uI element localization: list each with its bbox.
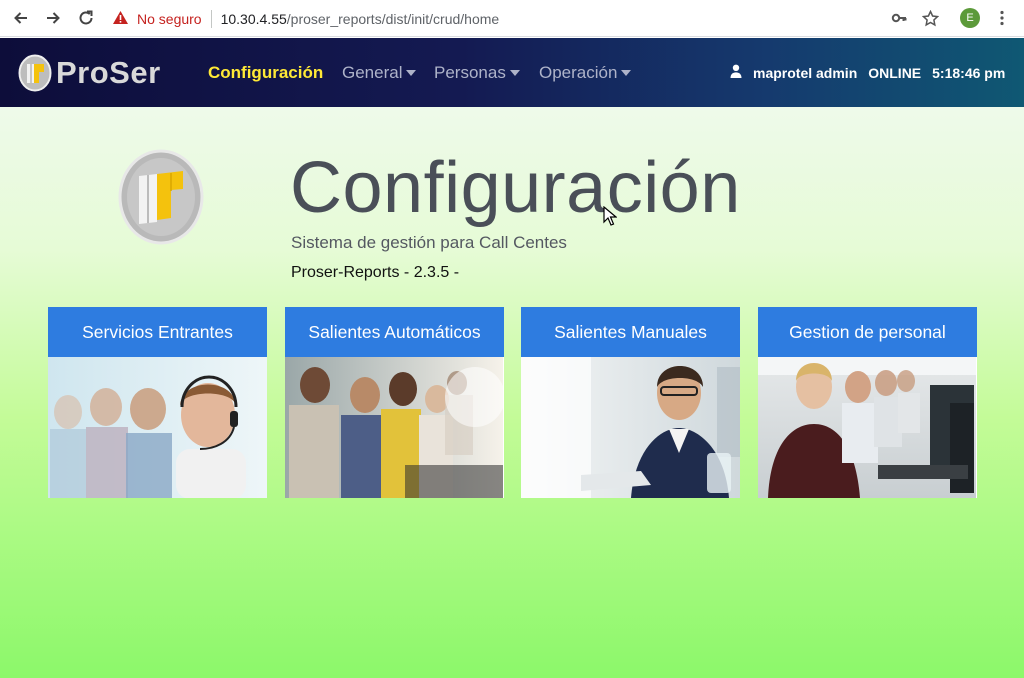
brand-logo[interactable]: ProSer: [18, 54, 161, 92]
card-title[interactable]: Salientes Automáticos: [285, 307, 504, 357]
call-center-photo[interactable]: [758, 357, 977, 498]
card-title[interactable]: Salientes Manuales: [521, 307, 740, 357]
brand-name: ProSer: [56, 55, 161, 90]
proser-logo-icon: [18, 54, 52, 92]
card-salientes-automaticos[interactable]: Salientes Automáticos: [285, 307, 504, 498]
card-title[interactable]: Servicios Entrantes: [48, 307, 267, 357]
mouse-cursor-icon: [603, 205, 618, 231]
nav-personas[interactable]: Personas: [434, 63, 520, 83]
main-content: Configuración Sistema de gestión para Ca…: [0, 107, 1024, 678]
nav-general[interactable]: General: [342, 63, 417, 83]
nav-personas-label: Personas: [434, 63, 506, 82]
menu-dots-icon[interactable]: [991, 7, 1013, 29]
page-subtitle: Sistema de gestión para Call Centes: [291, 233, 567, 252]
call-center-photo[interactable]: [285, 357, 504, 498]
profile-avatar[interactable]: E: [960, 8, 980, 28]
nav-operacion[interactable]: Operación: [539, 63, 632, 83]
caret-down-icon: [406, 70, 417, 76]
page-title: Configuración: [290, 148, 741, 228]
caret-down-icon: [621, 70, 632, 76]
warning-icon[interactable]: [112, 10, 129, 28]
caret-down-icon: [509, 70, 520, 76]
card-title[interactable]: Gestion de personal: [758, 307, 977, 357]
security-label[interactable]: No seguro: [137, 11, 202, 27]
forward-icon[interactable]: [42, 7, 64, 29]
url-separator: [210, 9, 212, 28]
card-salientes-manuales[interactable]: Salientes Manuales: [521, 307, 740, 498]
address-bar[interactable]: No seguro 10.30.4.55/proser_reports/dist…: [112, 4, 499, 33]
url-host: 10.30.4.55: [220, 10, 287, 27]
url-path: /proser_reports/dist/init/crud/home: [286, 10, 500, 27]
app-navbar: ProSer Configuración General Personas Op…: [0, 38, 1024, 107]
star-icon[interactable]: [919, 7, 941, 29]
browser-toolbar: No seguro 10.30.4.55/proser_reports/dist…: [0, 0, 1024, 37]
call-center-photo[interactable]: [521, 357, 740, 498]
back-icon[interactable]: [10, 7, 32, 29]
card-servicios-entrantes[interactable]: Servicios Entrantes: [48, 307, 267, 498]
call-center-photo[interactable]: [48, 357, 267, 498]
user-area: maprotel admin ONLINE 5:18:46 pm: [730, 64, 1016, 81]
clock: 5:18:46 pm: [932, 64, 1006, 81]
status-badge: ONLINE: [868, 64, 922, 81]
nav-configuracion[interactable]: Configuración: [208, 63, 323, 83]
version-label: Proser-Reports - 2.3.5 -: [291, 264, 460, 281]
reload-icon[interactable]: [75, 7, 97, 29]
proser-large-logo-icon: [117, 148, 205, 251]
card-gestion-de-personal[interactable]: Gestion de personal: [758, 307, 977, 498]
nav-operacion-label: Operación: [539, 63, 618, 82]
user-name[interactable]: maprotel admin: [753, 65, 857, 81]
key-icon[interactable]: [888, 7, 910, 29]
nav-general-label: General: [342, 63, 403, 82]
user-icon: [730, 64, 742, 81]
